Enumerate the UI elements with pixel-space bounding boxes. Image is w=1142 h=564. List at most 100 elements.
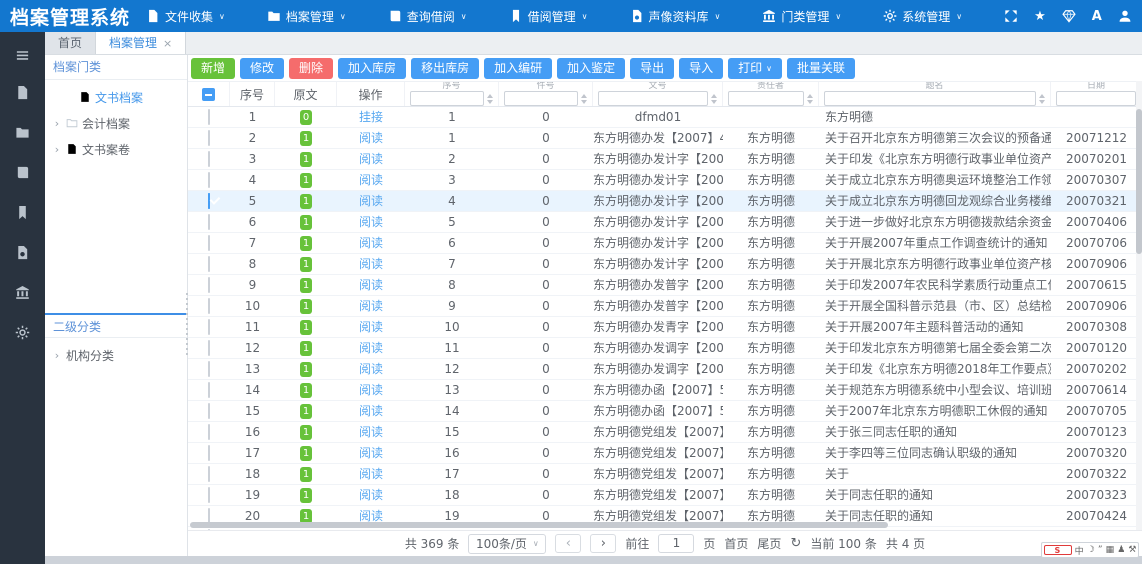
nav-item-file-collect[interactable]: 文件收集∨ (146, 8, 225, 25)
rail-item-borrow-manage[interactable] (0, 192, 45, 232)
operation-link[interactable]: 阅读 (359, 425, 383, 439)
horizontal-scrollbar[interactable] (190, 522, 888, 528)
sort-arrows[interactable] (1039, 94, 1045, 104)
row-checkbox[interactable] (208, 214, 210, 230)
operation-link[interactable]: 阅读 (359, 215, 383, 229)
row-checkbox[interactable] (208, 109, 210, 125)
sort-asc-icon[interactable] (1039, 94, 1045, 98)
sort-desc-icon[interactable] (581, 100, 587, 104)
nav-item-system-manage[interactable]: 系统管理∨ (883, 8, 962, 25)
row-checkbox[interactable] (208, 256, 210, 272)
operation-link[interactable]: 阅读 (359, 236, 383, 250)
rail-item-system-manage[interactable] (0, 312, 45, 352)
operation-link[interactable]: 阅读 (359, 173, 383, 187)
close-tab-icon[interactable]: × (163, 38, 172, 49)
operation-link[interactable]: 阅读 (359, 131, 383, 145)
next-page-button[interactable]: › (590, 534, 616, 553)
nav-item-category-manage[interactable]: 门类管理∨ (762, 8, 841, 25)
row-checkbox[interactable] (208, 403, 210, 419)
vertical-scroll-thumb[interactable] (1136, 109, 1142, 254)
tab-archive-manage[interactable]: 档案管理× (96, 32, 186, 54)
operation-link[interactable]: 阅读 (359, 257, 383, 271)
header-favorite-button[interactable]: ★ (1034, 10, 1046, 23)
ime-moon-icon[interactable]: ☽ (1087, 545, 1095, 555)
operation-link[interactable]: 阅读 (359, 404, 383, 418)
ime-tools-icon[interactable]: ⚒ (1128, 545, 1136, 555)
row-checkbox[interactable] (208, 529, 210, 531)
remove-from-storeroom-button[interactable]: 移出库房 (411, 58, 479, 79)
operation-link[interactable]: 阅读 (359, 194, 383, 208)
rail-item-av-library[interactable] (0, 232, 45, 272)
print-button[interactable]: 打印∨ (728, 58, 782, 79)
sort-desc-icon[interactable] (807, 100, 813, 104)
filter-input-zerenzhe[interactable] (728, 91, 804, 106)
filter-input-wenhao[interactable] (598, 91, 708, 106)
sort-arrows[interactable] (807, 94, 813, 104)
header-profile-button[interactable] (1118, 9, 1132, 23)
operation-link[interactable]: 阅读 (359, 320, 383, 334)
prev-page-button[interactable]: ‹ (555, 534, 581, 553)
operation-link[interactable]: 挂接 (359, 110, 383, 124)
rail-item-archive-manage[interactable] (0, 112, 45, 152)
operation-link[interactable]: 阅读 (359, 341, 383, 355)
rail-item-menu-toggle[interactable] (0, 38, 45, 72)
filter-input-xuhao[interactable] (410, 91, 484, 106)
operation-link[interactable]: 阅读 (359, 509, 383, 523)
rail-item-file-collect[interactable] (0, 72, 45, 112)
operation-link[interactable]: 阅读 (359, 446, 383, 460)
add-button[interactable]: 新增 (191, 58, 235, 79)
nav-item-av-library[interactable]: 声像资料库∨ (630, 8, 721, 25)
row-checkbox[interactable] (208, 151, 210, 167)
row-checkbox[interactable] (208, 340, 210, 356)
header-theme-button[interactable] (1062, 9, 1076, 23)
tree-item-account-archive[interactable]: ›会计档案 (45, 110, 187, 136)
operation-link[interactable]: 阅读 (359, 383, 383, 397)
row-checkbox[interactable] (208, 193, 210, 209)
tree-item-doc-volume[interactable]: ›文书案卷 (45, 136, 187, 162)
refresh-icon[interactable]: ↻ (790, 536, 801, 551)
operation-link[interactable]: 阅读 (359, 278, 383, 292)
page-size-select[interactable]: 100条/页 ∨ (468, 534, 546, 554)
sort-arrows[interactable] (487, 94, 493, 104)
row-checkbox[interactable] (208, 466, 210, 482)
filter-input-riqi[interactable] (1056, 91, 1136, 106)
rail-item-query-borrow[interactable] (0, 152, 45, 192)
header-fullscreen-button[interactable] (1004, 9, 1018, 23)
add-to-appraisal-button[interactable]: 加入鉴定 (557, 58, 625, 79)
sort-asc-icon[interactable] (581, 94, 587, 98)
tab-home[interactable]: 首页 (45, 32, 96, 54)
ime-punct-icon[interactable]: ” (1098, 545, 1103, 555)
filter-input-jianhao[interactable] (504, 91, 578, 106)
first-page-link[interactable]: 首页 (724, 535, 748, 552)
operation-link[interactable]: 阅读 (359, 467, 383, 481)
nav-item-query-borrow[interactable]: 查询借阅∨ (388, 8, 467, 25)
add-to-research-button[interactable]: 加入编研 (484, 58, 552, 79)
sort-arrows[interactable] (711, 94, 717, 104)
operation-link[interactable]: 阅读 (359, 488, 383, 502)
header-font-size-button[interactable]: A (1092, 10, 1102, 23)
sort-asc-icon[interactable] (807, 94, 813, 98)
sort-arrows[interactable] (581, 94, 587, 104)
row-checkbox[interactable] (208, 382, 210, 398)
page-number-input[interactable]: 1 (658, 534, 694, 553)
tree-item-doc-archive[interactable]: 文书档案 (45, 84, 187, 110)
row-checkbox[interactable] (208, 172, 210, 188)
row-checkbox[interactable] (208, 445, 210, 461)
batch-link-button[interactable]: 批量关联 (787, 58, 855, 79)
vertical-scrollbar[interactable] (1136, 81, 1142, 530)
operation-link[interactable]: 阅读 (359, 152, 383, 166)
ime-toolbar[interactable]: S中☽”▦♟⚒ (1041, 542, 1139, 558)
rail-item-category-manage[interactable] (0, 272, 45, 312)
row-checkbox[interactable] (208, 277, 210, 293)
filter-input-timing[interactable] (824, 91, 1036, 106)
import-button[interactable]: 导入 (679, 58, 723, 79)
nav-item-archive-manage[interactable]: 档案管理∨ (267, 8, 346, 25)
row-checkbox[interactable] (208, 319, 210, 335)
sort-desc-icon[interactable] (1039, 100, 1045, 104)
edit-button[interactable]: 修改 (240, 58, 284, 79)
row-checkbox[interactable] (208, 298, 210, 314)
nav-item-borrow-manage[interactable]: 借阅管理∨ (509, 8, 588, 25)
ime-lang-icon[interactable]: 中 (1075, 544, 1084, 557)
operation-link[interactable]: 阅读 (359, 362, 383, 376)
delete-button[interactable]: 删除 (289, 58, 333, 79)
